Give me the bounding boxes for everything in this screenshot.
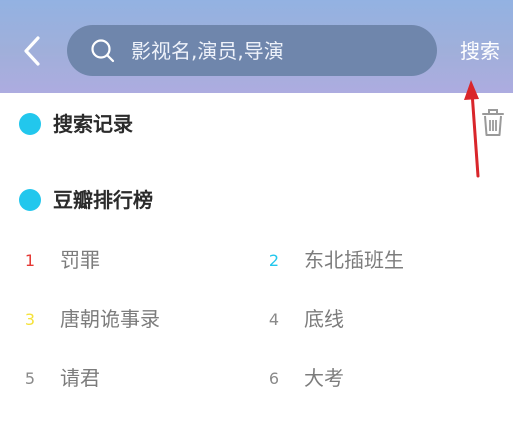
back-button[interactable]: [18, 34, 48, 68]
search-history-dot: [19, 113, 41, 135]
rank-number: 4: [268, 310, 280, 329]
ranking-title: 豆瓣排行榜: [53, 188, 153, 212]
search-button[interactable]: 搜索: [460, 36, 510, 66]
rank-number: 6: [268, 369, 280, 388]
search-input[interactable]: [131, 25, 421, 76]
rank-title: 东北插班生: [304, 248, 404, 272]
rank-number: 1: [24, 251, 36, 270]
rank-number: 5: [24, 369, 36, 388]
rank-number: 2: [268, 251, 280, 270]
ranking-dot: [19, 189, 41, 211]
search-history-title: 搜索记录: [53, 112, 133, 136]
rank-title: 大考: [304, 366, 344, 390]
ranking-item[interactable]: 5 请君: [22, 350, 242, 408]
rank-title: 唐朝诡事录: [60, 307, 160, 331]
ranking-item[interactable]: 4 底线: [266, 291, 486, 349]
ranking-item[interactable]: 3 唐朝诡事录: [22, 291, 242, 349]
rank-title: 罚罪: [60, 248, 100, 272]
chevron-left-icon: [24, 36, 40, 66]
search-icon: [91, 39, 115, 63]
rank-number: 3: [24, 310, 36, 329]
ranking-item[interactable]: 2 东北插班生: [266, 232, 486, 290]
rank-title: 底线: [304, 307, 344, 331]
top-bar: 搜索: [0, 0, 513, 93]
ranking-item[interactable]: 6 大考: [266, 350, 486, 408]
annotation-arrow-icon: [464, 80, 480, 178]
rank-title: 请君: [60, 366, 100, 390]
search-box[interactable]: [67, 25, 437, 76]
ranking-item[interactable]: 1 罚罪: [22, 232, 242, 290]
